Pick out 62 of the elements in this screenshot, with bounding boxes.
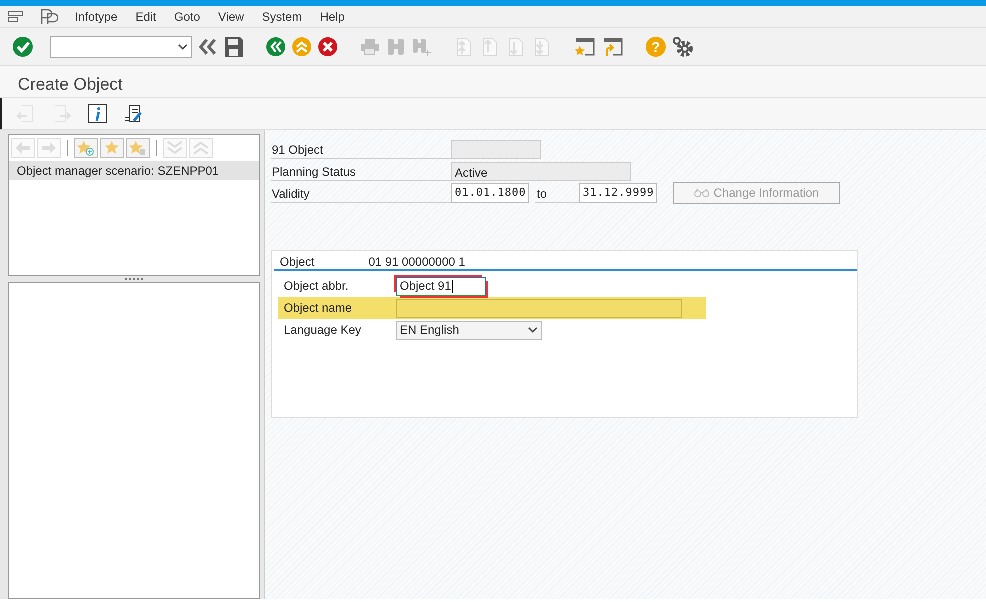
star-button[interactable] <box>100 138 124 158</box>
save-icon <box>224 36 244 58</box>
menu-item[interactable]: Help <box>311 6 354 26</box>
caret-icon <box>528 326 538 334</box>
enter-button[interactable] <box>12 36 34 58</box>
star-plus-icon <box>77 140 95 156</box>
star-icon <box>104 140 120 156</box>
star-plus-button[interactable] <box>74 138 98 158</box>
menu-item[interactable]: Infotype <box>66 6 127 26</box>
section-label: Object <box>280 254 315 269</box>
tree-node[interactable]: Object manager scenario: SZENPP01 <box>9 161 259 180</box>
document-edit-button[interactable] <box>124 104 144 124</box>
double-chevron-down-icon <box>166 140 184 156</box>
menu-item[interactable]: Edit <box>126 6 166 26</box>
field-label: Object name <box>284 300 354 317</box>
back-button[interactable] <box>266 36 286 56</box>
menu-item[interactable]: Goto <box>165 6 210 26</box>
glasses-icon <box>694 188 710 198</box>
date-field[interactable]: 01.01.1800 <box>451 183 529 203</box>
language-select[interactable]: EN English <box>396 320 542 340</box>
document-edit-icon <box>124 104 144 124</box>
input-field[interactable]: Object 91 <box>396 276 486 296</box>
field-label: Validity <box>271 183 451 203</box>
date-field[interactable]: 31.12.9999 <box>579 183 657 203</box>
system-menu-icon[interactable] <box>40 8 58 24</box>
field-label: Language Key <box>284 322 362 339</box>
exit-icon <box>292 36 312 56</box>
command-field[interactable] <box>50 36 192 58</box>
arrow-right-icon <box>41 141 57 155</box>
star-trash-button[interactable] <box>126 138 150 158</box>
status-field: Active <box>451 162 631 180</box>
print-icon <box>360 36 380 56</box>
star-trash-icon <box>129 140 147 156</box>
info-button[interactable] <box>88 104 108 124</box>
window-star-button[interactable] <box>574 36 596 58</box>
settings-button[interactable] <box>672 36 694 58</box>
cancel-button[interactable] <box>318 36 338 56</box>
splitter-handle[interactable] <box>125 278 143 280</box>
arrow-left-icon <box>15 141 31 155</box>
field-label: Object abbr. <box>284 278 350 295</box>
double-chevron-button[interactable] <box>198 36 218 56</box>
window-arrow-icon <box>602 36 624 58</box>
window-arrow-button[interactable] <box>602 36 624 58</box>
back-icon <box>266 36 286 56</box>
info-icon <box>88 104 108 124</box>
enter-icon <box>12 36 34 58</box>
screen-title: Create Object <box>0 66 986 98</box>
double-chevron-icon <box>198 36 218 56</box>
caret-icon <box>178 42 188 50</box>
save-button[interactable] <box>224 36 244 58</box>
window-star-icon <box>574 36 596 58</box>
double-chevron-up-icon <box>192 140 210 156</box>
object-id: 01 91 00000000 1 <box>368 254 466 269</box>
menu-item[interactable]: System <box>253 6 312 26</box>
exit-button[interactable] <box>292 36 312 56</box>
cancel-icon <box>318 36 338 56</box>
settings-icon <box>672 36 694 58</box>
field-label: 91 Object <box>271 139 451 159</box>
menu-item[interactable]: View <box>209 6 254 26</box>
input-field[interactable] <box>396 298 682 318</box>
field-label: Planning Status <box>271 161 451 181</box>
menu-icon[interactable] <box>8 10 24 24</box>
